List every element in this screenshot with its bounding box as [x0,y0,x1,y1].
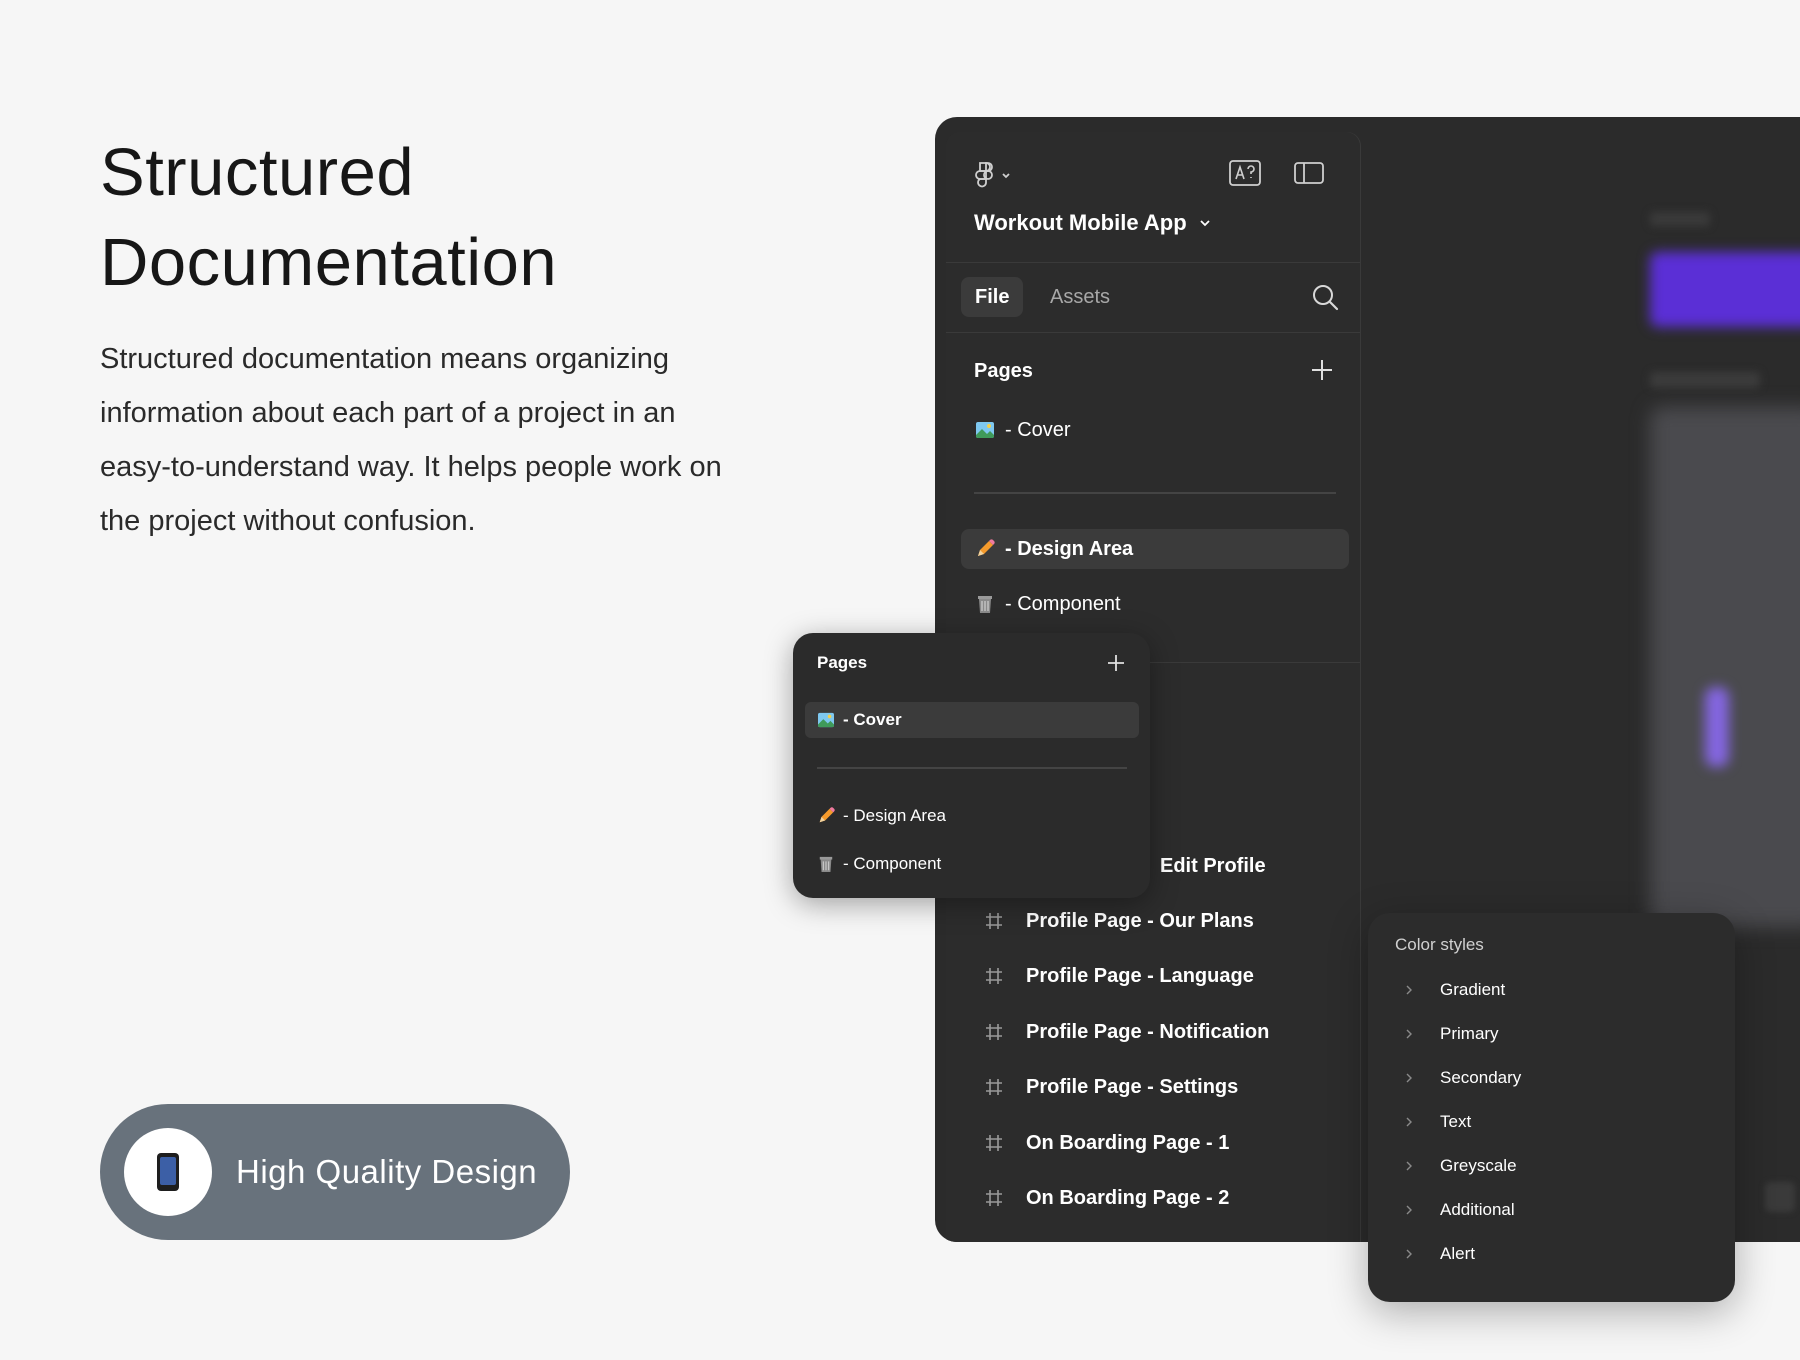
chevron-right-icon [1406,1205,1412,1215]
plus-icon [1108,655,1124,671]
popup-page-component[interactable]: - Component [805,846,1139,882]
color-style-group[interactable]: Alert [1404,1239,1475,1269]
color-styles-panel: Color styles Gradient Primary Secondary … [1368,913,1735,1302]
page-item-cover[interactable]: - Cover [961,410,1349,450]
color-style-label: Secondary [1440,1068,1522,1087]
frame-label: Profile Page - Our Plans [1026,910,1254,932]
mobile-phone-icon [157,1153,179,1191]
panel-topbar: Workout Mobile App [946,132,1360,263]
frame-label: On Boarding Page - 1 [1026,1132,1230,1154]
blurred-button [1650,252,1800,327]
frame-item[interactable]: On Boarding Page - 1 [984,1123,1229,1163]
page-item-design-area[interactable]: - Design Area [961,529,1349,569]
color-style-group[interactable]: Gradient [1404,975,1505,1005]
chevron-right-icon [1406,985,1412,995]
color-styles-title: Color styles [1395,935,1484,954]
chevron-right-icon [1406,1073,1412,1083]
frame-icon [986,1135,1002,1151]
blurred-subheading [1650,372,1760,388]
trash-icon [817,855,835,873]
blurred-chip [1705,687,1729,767]
page-label: - Design Area [843,806,946,825]
ai-text-icon [1229,160,1261,186]
color-style-label: Text [1440,1112,1472,1131]
frame-item[interactable]: Profile Page - Notification [984,1012,1269,1052]
frame-icon [986,968,1002,984]
page-label: - Component [1005,593,1121,615]
toggle-sidebar-button[interactable] [1292,158,1326,188]
project-title: Workout Mobile App [974,210,1187,235]
trash-icon [975,594,995,614]
page-label: - Design Area [1005,538,1134,560]
tab-file[interactable]: File [961,277,1024,317]
frame-icon [986,1079,1002,1095]
badge-label: High Quality Design [236,1153,538,1190]
chevron-right-icon [1406,1029,1412,1039]
pencil-icon [975,539,995,559]
color-style-group[interactable]: Additional [1404,1195,1515,1225]
page-label: - Cover [1005,419,1071,441]
chevron-right-icon [1406,1117,1412,1127]
blurred-heading [1650,212,1710,226]
frame-item[interactable]: Profile Page - Language [984,956,1254,996]
frame-label: On Boarding Page - 2 [1026,1187,1230,1209]
figma-logo-icon [975,162,1010,188]
popup-page-cover[interactable]: - Cover [805,702,1139,738]
frame-label: Edit Profile [1160,855,1266,877]
pages-popup: Pages - Cover - Design Area - Component [793,633,1150,898]
popup-add-page-button[interactable] [1106,653,1126,673]
frame-item[interactable]: Edit Profile [1160,846,1266,886]
search-button[interactable] [1310,282,1340,312]
tab-assets[interactable]: Assets [1036,277,1124,317]
title-line-2: Documentation [100,225,558,300]
frame-icon [986,913,1002,929]
ai-actions-button[interactable] [1228,158,1262,188]
color-style-group[interactable]: Primary [1404,1019,1499,1049]
color-style-group[interactable]: Secondary [1404,1063,1521,1093]
search-icon [1313,285,1339,311]
color-style-label: Additional [1440,1200,1515,1219]
frame-label: Profile Page - Language [1026,965,1254,987]
popup-pages-header: Pages [817,653,868,672]
popup-divider [817,767,1127,769]
panel-tabs: File Assets [946,262,1360,333]
pencil-icon [817,807,835,825]
add-page-button[interactable] [1310,358,1334,382]
picture-icon [817,711,835,729]
description: Structured documentation means organizin… [100,343,722,537]
color-style-group[interactable]: Greyscale [1404,1151,1517,1181]
color-style-label: Gradient [1440,980,1506,999]
frame-label: Profile Page - Settings [1026,1076,1239,1098]
page-title: Structured Documentation [100,128,557,308]
title-line-1: Structured [100,135,415,210]
frame-icon [986,1024,1002,1040]
page-divider [974,492,1336,494]
color-style-group[interactable]: Text [1404,1107,1471,1137]
figma-menu-button[interactable] [974,158,1014,192]
page-label: - Cover [843,710,902,729]
color-style-label: Alert [1440,1244,1475,1263]
high-quality-design-badge: High Quality Design [100,1104,570,1240]
plus-icon [1312,360,1332,380]
pages-header: Pages [974,360,1033,382]
chevron-down-icon [1200,220,1210,227]
frame-icon [986,1190,1002,1206]
blurred-control [1765,1182,1795,1212]
page-label: - Component [843,854,942,873]
frame-item[interactable]: On Boarding Page - 2 [984,1178,1229,1218]
chevron-right-icon [1406,1249,1412,1259]
page-item-component[interactable]: - Component [961,584,1349,624]
chevron-right-icon [1406,1161,1412,1171]
picture-icon [975,420,995,440]
sidebar-icon [1294,162,1324,184]
color-style-label: Primary [1440,1024,1499,1043]
badge-icon-circle [124,1128,212,1216]
blurred-frame-preview [1650,407,1800,927]
frame-item[interactable]: Profile Page - Our Plans [984,901,1254,941]
project-switcher[interactable]: Workout Mobile App [974,210,1213,236]
frame-label: Profile Page - Notification [1026,1021,1270,1043]
popup-page-design-area[interactable]: - Design Area [805,798,1139,834]
color-style-label: Greyscale [1440,1156,1517,1175]
frame-item[interactable]: Profile Page - Settings [984,1067,1238,1107]
